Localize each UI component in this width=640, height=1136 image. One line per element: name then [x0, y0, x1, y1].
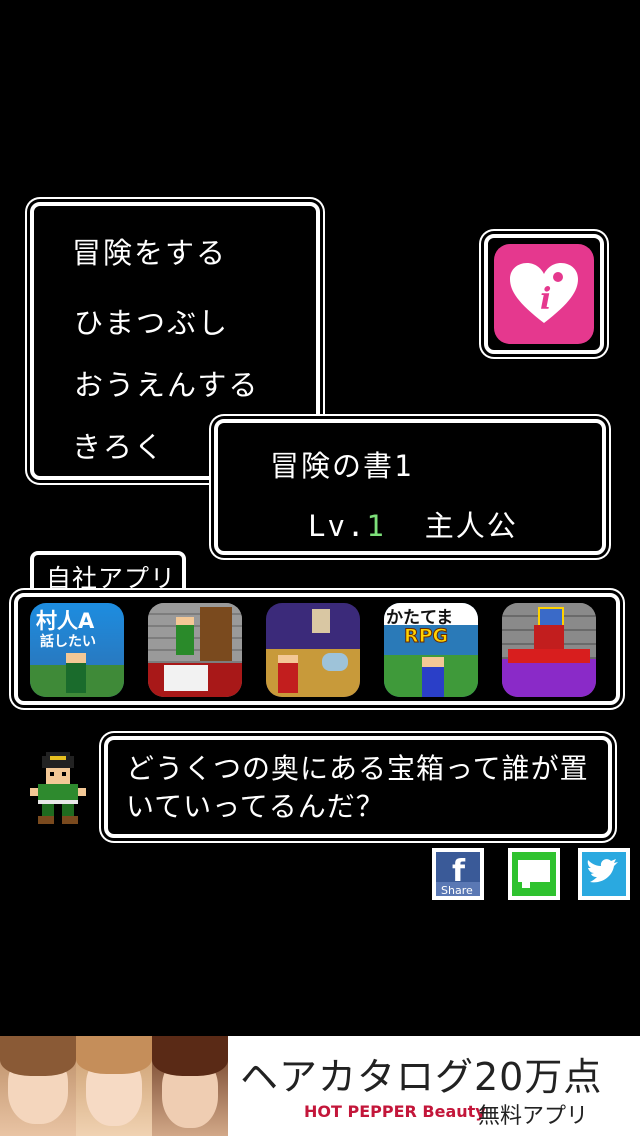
villager-a-app-icon[interactable]: 村人A 話したい	[30, 603, 124, 697]
save-file-detail: Lv.1 主人公	[308, 503, 518, 545]
app-text: RPG	[403, 625, 449, 648]
menu-item-records[interactable]: きろく	[72, 424, 165, 466]
dialogue-box: どうくつの奥にある宝箱って誰が置いていってるんだ？	[104, 736, 612, 838]
apps-tab: 自社アプリ	[30, 551, 186, 595]
line-button[interactable]	[508, 848, 560, 900]
treasure-game-app-icon[interactable]	[502, 603, 596, 697]
ad-free-app: 無料アプリ	[478, 1104, 589, 1129]
ad-banner[interactable]: ヘアカタログ20万点 HOT PEPPER Beauty 無料アプリ	[0, 1036, 640, 1136]
ad-photo-1	[0, 1036, 76, 1136]
twitter-button[interactable]	[578, 848, 630, 900]
character-name: 主人公	[424, 509, 518, 543]
level-prefix: Lv.	[308, 509, 367, 543]
ad-photo-2	[76, 1036, 152, 1136]
apps-tab-label: 自社アプリ	[46, 564, 177, 593]
svg-text:i: i	[540, 282, 551, 317]
ad-brand: HOT PEPPER Beauty	[304, 1102, 486, 1121]
dialogue-text: どうくつの奥にある宝箱って誰が置いていってるんだ？	[126, 752, 589, 823]
save-file-panel[interactable]: 冒険の書1 Lv.1 主人公	[214, 419, 606, 555]
menu-item-adventure[interactable]: 冒険をする	[72, 230, 227, 272]
battle-game-app-icon[interactable]	[266, 603, 360, 697]
room-game-app-icon[interactable]	[148, 603, 242, 697]
ad-headline: ヘアカタログ20万点	[240, 1055, 603, 1099]
menu-item-support[interactable]: おうえんする	[74, 362, 259, 404]
app-text: 話したい	[40, 634, 96, 650]
save-file-title: 冒険の書1	[270, 449, 414, 483]
heart-i-icon[interactable]: i	[494, 244, 594, 344]
facebook-share-label: Share	[441, 884, 473, 897]
apps-panel: 村人A 話したい かたてま RPG	[14, 593, 620, 705]
katatema-rpg-app-icon[interactable]: かたてま RPG	[384, 603, 478, 697]
hero-sprite-icon	[30, 752, 86, 824]
ad-photo-3	[152, 1036, 228, 1136]
promo-app-frame: i	[484, 234, 604, 354]
level-value: 1	[366, 509, 386, 543]
menu-item-pastime[interactable]: ひまつぶし	[74, 300, 229, 342]
facebook-share-button[interactable]: f Share	[432, 848, 484, 900]
